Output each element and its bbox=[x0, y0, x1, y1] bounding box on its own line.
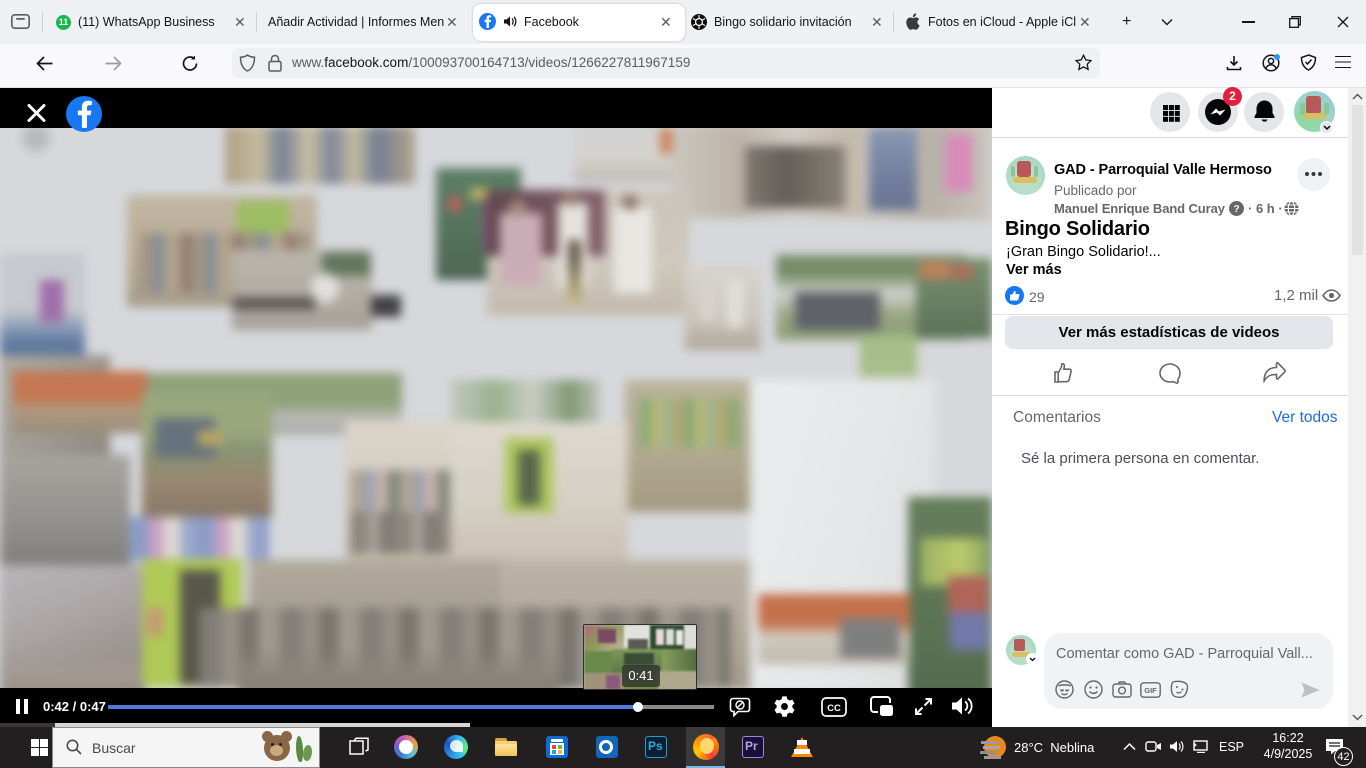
svg-text:GIF: GIF bbox=[1144, 686, 1157, 695]
svg-text:?: ? bbox=[1233, 204, 1239, 215]
svg-text:CC: CC bbox=[827, 703, 841, 714]
